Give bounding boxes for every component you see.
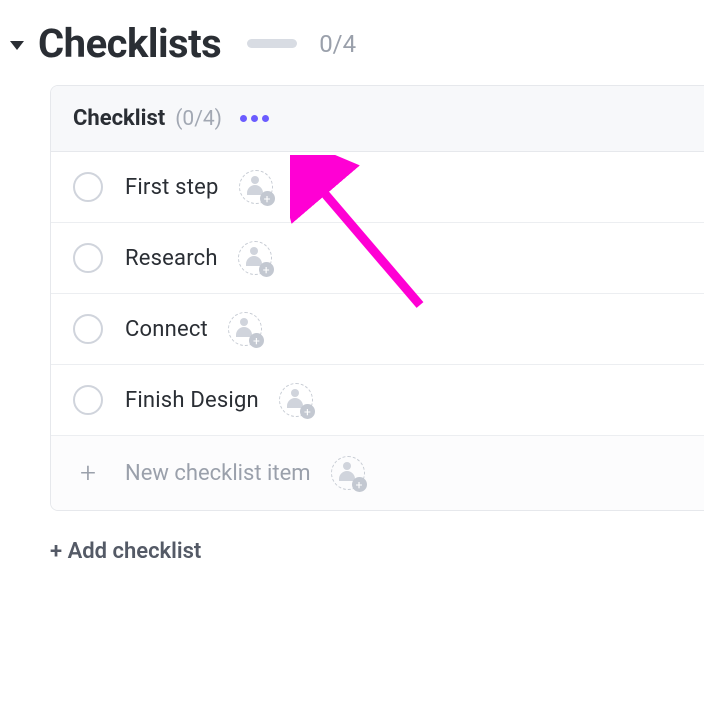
checkbox-icon[interactable] [73,243,103,273]
checkbox-icon[interactable] [73,172,103,202]
checklist-item[interactable]: Connect + [51,294,704,365]
item-label: Finish Design [125,388,259,413]
checklist-item[interactable]: Finish Design + [51,365,704,436]
more-menu-icon[interactable] [240,115,269,122]
new-item-row[interactable]: + New checklist item + [51,436,704,510]
add-checklist-button[interactable]: + Add checklist [50,539,201,564]
checklist-count: (0/4) [175,107,222,131]
add-checklist-label: + Add checklist [50,539,201,564]
assign-user-icon[interactable]: + [238,241,272,275]
item-label: Connect [125,317,208,342]
checklist-item[interactable]: First step + [51,152,704,223]
section-header: Checklists 0/4 [0,0,704,85]
item-label: Research [125,246,218,271]
plus-icon: + [73,459,103,487]
checklist-title: Checklist [73,106,165,131]
assign-user-icon[interactable]: + [331,456,365,490]
checkbox-icon[interactable] [73,314,103,344]
assign-user-icon[interactable]: + [228,312,262,346]
item-label: First step [125,175,219,200]
caret-down-icon[interactable] [10,41,24,50]
assign-user-icon[interactable]: + [239,170,273,204]
checklist-header: Checklist (0/4) [51,86,704,152]
assign-user-icon[interactable]: + [279,383,313,417]
checklist-item[interactable]: Research + [51,223,704,294]
progress-count: 0/4 [319,30,356,58]
new-item-placeholder: New checklist item [125,461,311,486]
checkbox-icon[interactable] [73,385,103,415]
section-title: Checklists [38,20,221,67]
progress-bar [247,39,297,48]
checklist-card: Checklist (0/4) First step + Research + … [50,85,704,511]
